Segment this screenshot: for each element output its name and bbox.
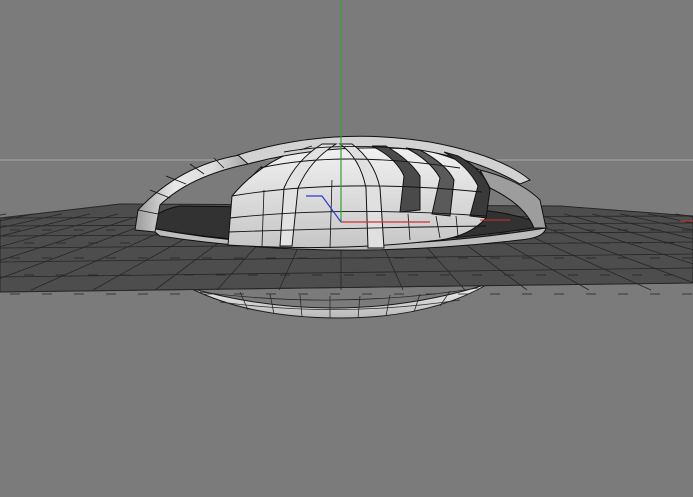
viewport-canvas[interactable] (0, 0, 693, 497)
3d-viewport[interactable] (0, 0, 693, 497)
